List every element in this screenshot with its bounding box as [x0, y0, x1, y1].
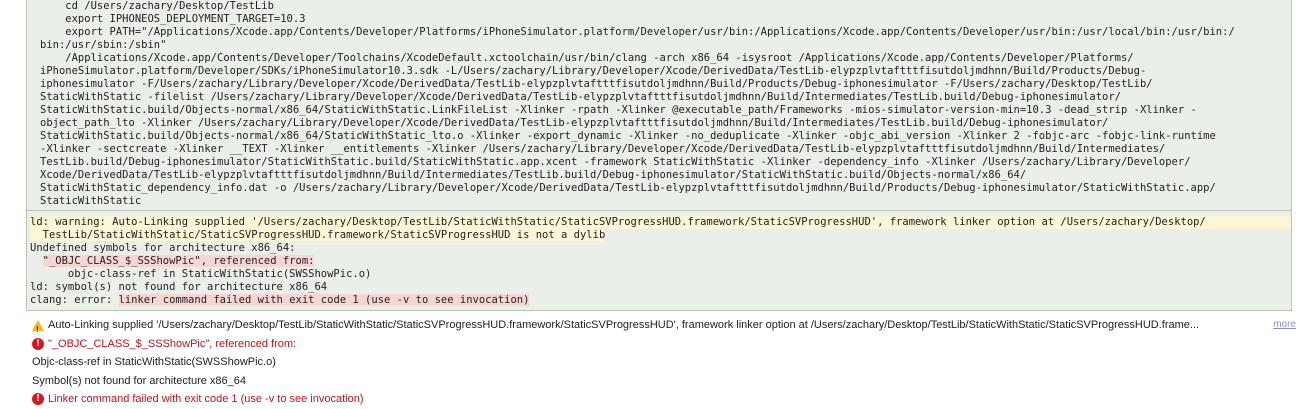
- link-command: cd /Users/zachary/Desktop/TestLib export…: [40, 0, 1235, 208]
- command-line: TestLib.build/Debug-iphonesimulator/Stat…: [40, 156, 1191, 168]
- warning-continuation: TestLib/StaticWithStatic/StaticSVProgres…: [30, 229, 1291, 242]
- issue-text: Objc-class-ref in StaticWithStatic(SWSSh…: [32, 356, 276, 368]
- symbol-line: "_OBJC_CLASS_$_SSShowPic", referenced fr…: [30, 255, 1291, 268]
- command-line: StaticWithStatic: [40, 195, 142, 207]
- issue-error-linker-failed[interactable]: ! Linker command failed with exit code 1…: [32, 390, 1296, 409]
- issue-error-undefined-symbol[interactable]: ! "_OBJC_CLASS_$_SSShowPic", referenced …: [32, 335, 1296, 354]
- issue-note-reference[interactable]: Objc-class-ref in StaticWithStatic(SWSSh…: [32, 353, 1296, 372]
- command-line: object_path_lto -Xlinker /Users/zachary/…: [40, 117, 1109, 129]
- clang-error-line: clang: error: linker command failed with…: [30, 294, 1291, 307]
- not-found-line: ld: symbol(s) not found for architecture…: [30, 281, 328, 293]
- command-line: bin:/usr/sbin:/sbin": [40, 39, 167, 51]
- issue-text: Auto-Linking supplied '/Users/zachary/De…: [48, 319, 1200, 331]
- command-line: StaticWithStatic.build/Objects-normal/x8…: [40, 130, 1216, 142]
- command-line: cd /Users/zachary/Desktop/TestLib: [40, 0, 274, 12]
- issue-note-not-found[interactable]: Symbol(s) not found for architecture x86…: [32, 372, 1296, 391]
- command-line: /Applications/Xcode.app/Contents/Develop…: [40, 52, 1134, 64]
- build-log-transcript: cd /Users/zachary/Desktop/TestLib export…: [26, 0, 1292, 311]
- command-line: export PATH="/Applications/Xcode.app/Con…: [40, 26, 1235, 38]
- command-line: StaticWithStatic_dependency_info.dat -o …: [40, 182, 1216, 194]
- error-icon: !: [32, 337, 44, 350]
- command-line: iPhoneSimulator.platform/Developer/SDKs/…: [40, 65, 1147, 77]
- warning-prefix: ld: warning:: [30, 216, 113, 228]
- command-line: StaticWithStatic.build/Objects-normal/x8…: [40, 104, 1197, 116]
- command-line: export IPHONEOS_DEPLOYMENT_TARGET=10.3: [40, 13, 306, 25]
- issue-text: Linker command failed with exit code 1 (…: [48, 393, 364, 405]
- issue-text: "_OBJC_CLASS_$_SSShowPic", referenced fr…: [48, 337, 297, 350]
- warning-triangle-icon: !: [32, 319, 44, 334]
- command-line: -Xlinker -sectcreate -Xlinker __TEXT -Xl…: [40, 143, 1166, 155]
- symbol-error: "_OBJC_CLASS_$_SSShowPic", referenced fr…: [42, 255, 315, 267]
- clang-prefix: clang: error:: [30, 294, 119, 306]
- undefined-symbols-line: Undefined symbols for architecture x86_6…: [30, 242, 296, 254]
- issue-list: ! Auto-Linking supplied '/Users/zachary/…: [32, 316, 1296, 409]
- warning-continuation-text: TestLib/StaticWithStatic/StaticSVProgres…: [30, 229, 606, 241]
- log-divider: [27, 210, 1291, 211]
- linker-output: ld: warning: Auto-Linking supplied '/Use…: [30, 216, 1291, 307]
- command-line: Xcode/DerivedData/TestLib-elypzplvtafttt…: [40, 169, 1027, 181]
- clang-error-message: linker command failed with exit code 1 (…: [118, 294, 530, 306]
- command-line: iphonesimulator -F/Users/zachary/Library…: [40, 78, 1153, 90]
- error-icon: !: [32, 393, 44, 406]
- warning-line: ld: warning: Auto-Linking supplied '/Use…: [30, 216, 1291, 229]
- warning-message: Auto-Linking supplied '/Users/zachary/De…: [112, 216, 1206, 228]
- command-line: StaticWithStatic -filelist /Users/zachar…: [40, 91, 1121, 103]
- issue-warning-autolinking[interactable]: ! Auto-Linking supplied '/Users/zachary/…: [32, 316, 1296, 335]
- reference-line: objc-class-ref in StaticWithStatic(SWSSh…: [30, 268, 372, 280]
- more-link[interactable]: more: [1273, 316, 1296, 335]
- issue-text: Symbol(s) not found for architecture x86…: [32, 374, 247, 387]
